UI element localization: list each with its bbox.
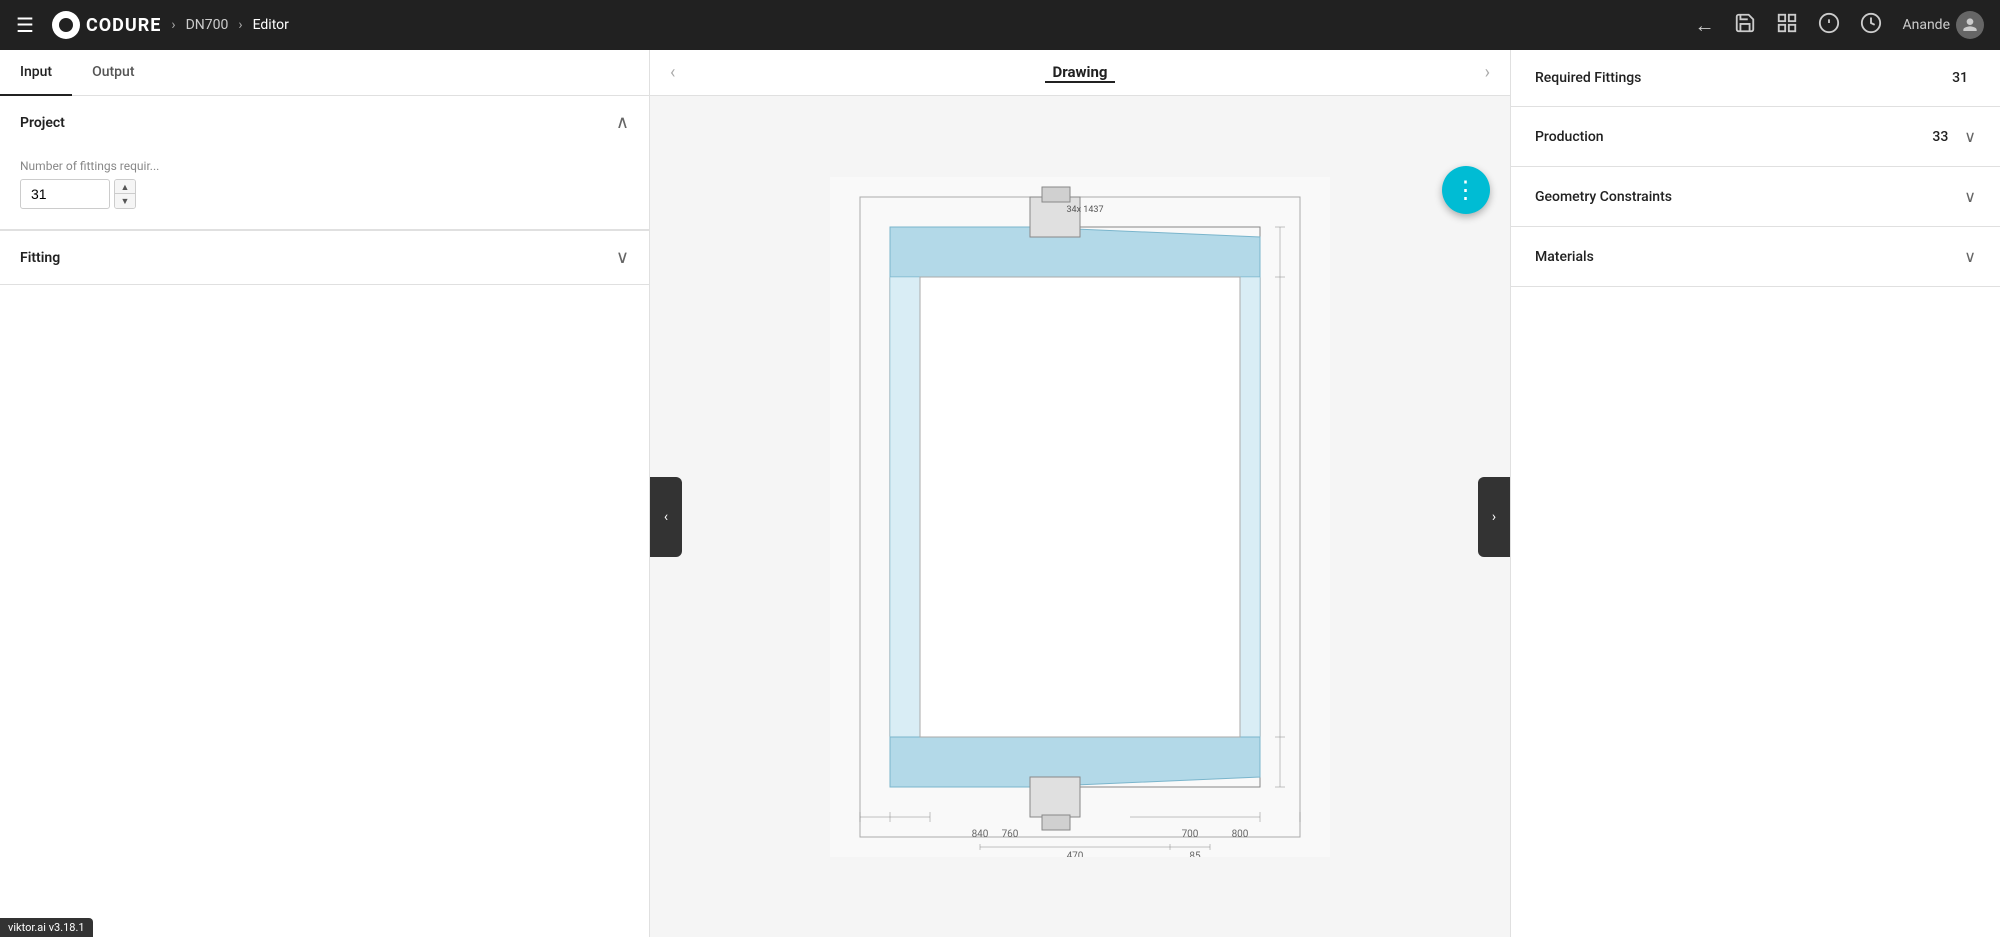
required-fittings-header[interactable]: Required Fittings 31 [1511, 50, 2000, 106]
drawing-title-underline [1045, 81, 1115, 83]
stepper-up-button[interactable]: ▲ [115, 180, 135, 194]
breadcrumb-editor[interactable]: Editor [253, 17, 289, 33]
project-section-content: Number of fittings requir... ▲ ▼ [0, 149, 649, 229]
right-panel-toggle[interactable]: › [1478, 477, 1510, 557]
project-section-title: Project [20, 115, 65, 131]
right-section-production: Production 33 ∨ [1511, 107, 2000, 167]
fitting-section-header[interactable]: Fitting ∨ [0, 231, 649, 284]
geometry-title: Geometry Constraints [1535, 189, 1672, 205]
right-section-required-fittings: Required Fittings 31 [1511, 50, 2000, 107]
logo-circle [52, 11, 80, 39]
drawing-left-arrow[interactable]: ‹ [670, 62, 675, 83]
center-area: ‹ Drawing › ⋮ ‹ › [650, 50, 1510, 937]
left-toggle-icon: ‹ [664, 509, 668, 525]
back-icon[interactable]: ← [1694, 13, 1714, 38]
svg-text:700: 700 [1182, 829, 1199, 840]
production-chevron-icon: ∨ [1964, 127, 1976, 146]
geometry-right: ∨ [1964, 187, 1976, 206]
drawing-svg: 840 760 700 800 470 85 34x 1437 [830, 177, 1330, 857]
fitting-chevron-icon: ∨ [616, 247, 629, 268]
logo: CODURE [52, 11, 161, 39]
topnav-right: ← Anande [1694, 11, 1984, 39]
production-value: 33 [1932, 129, 1948, 145]
breadcrumb-arrow-1: › [171, 17, 175, 33]
user-avatar [1956, 11, 1984, 39]
right-panel: Required Fittings 31 Production 33 ∨ Geo… [1510, 50, 2000, 937]
tab-bar: Input Output [0, 50, 649, 96]
fittings-field-label: Number of fittings requir... [20, 159, 629, 173]
materials-header[interactable]: Materials ∨ [1511, 227, 2000, 286]
version-bar: viktor.ai v3.18.1 [0, 918, 93, 937]
fitting-section-title: Fitting [20, 250, 60, 266]
project-section: Project ∧ Number of fittings requir... ▲… [0, 96, 649, 230]
info-icon[interactable] [1818, 12, 1840, 39]
fittings-input-row: ▲ ▼ [20, 179, 629, 209]
left-panel-toggle[interactable]: ‹ [650, 477, 682, 557]
fab-more-button[interactable]: ⋮ [1442, 166, 1490, 214]
right-section-geometry: Geometry Constraints ∨ [1511, 167, 2000, 227]
svg-text:800: 800 [1232, 829, 1249, 840]
svg-text:34x 1437: 34x 1437 [1066, 205, 1103, 215]
left-panel: Input Output Project ∧ Number of fitting… [0, 50, 650, 937]
drawing-canvas: ⋮ ‹ › [650, 96, 1510, 937]
fitting-section: Fitting ∨ [0, 231, 649, 285]
hamburger-menu-icon[interactable]: ☰ [16, 13, 34, 37]
right-toggle-icon: › [1492, 509, 1496, 525]
materials-chevron-icon: ∨ [1964, 247, 1976, 266]
svg-text:470: 470 [1067, 851, 1084, 857]
breadcrumb-dn700[interactable]: DN700 [186, 17, 229, 33]
logo-inner [59, 18, 73, 32]
grid-icon[interactable] [1776, 12, 1798, 39]
main-layout: Input Output Project ∧ Number of fitting… [0, 50, 2000, 937]
svg-text:840: 840 [972, 829, 989, 840]
right-section-materials: Materials ∨ [1511, 227, 2000, 287]
tab-input[interactable]: Input [0, 50, 72, 96]
project-chevron-up-icon: ∧ [616, 112, 629, 133]
project-section-header[interactable]: Project ∧ [0, 96, 649, 149]
save-icon[interactable] [1734, 12, 1756, 39]
geometry-chevron-icon: ∨ [1964, 187, 1976, 206]
tab-output[interactable]: Output [72, 50, 154, 96]
required-fittings-right: 31 [1952, 70, 1976, 86]
user-section[interactable]: Anande [1902, 11, 1984, 39]
production-header[interactable]: Production 33 ∨ [1511, 107, 2000, 166]
fab-more-icon: ⋮ [1454, 176, 1479, 204]
fittings-stepper: ▲ ▼ [114, 179, 136, 209]
version-text: viktor.ai v3.18.1 [8, 921, 85, 934]
materials-title: Materials [1535, 249, 1594, 265]
production-title: Production [1535, 129, 1604, 145]
breadcrumb-arrow-2: › [238, 17, 242, 33]
stepper-down-button[interactable]: ▼ [115, 194, 135, 208]
top-navigation: ☰ CODURE › DN700 › Editor ← Anande [0, 0, 2000, 50]
drawing-title-block: Drawing [1045, 62, 1115, 83]
production-right: 33 ∨ [1932, 127, 1976, 146]
user-name: Anande [1902, 17, 1950, 33]
materials-right: ∨ [1964, 247, 1976, 266]
svg-text:760: 760 [1002, 829, 1019, 840]
fittings-number-input[interactable] [20, 179, 110, 209]
drawing-title: Drawing [1053, 63, 1108, 81]
drawing-header: ‹ Drawing › [650, 50, 1510, 96]
history-icon[interactable] [1860, 12, 1882, 39]
geometry-header[interactable]: Geometry Constraints ∨ [1511, 167, 2000, 226]
svg-text:85: 85 [1189, 851, 1201, 857]
topnav-left: ☰ CODURE › DN700 › Editor [16, 11, 1694, 39]
logo-text: CODURE [86, 15, 161, 36]
required-fittings-title: Required Fittings [1535, 70, 1641, 86]
required-fittings-value: 31 [1952, 70, 1968, 86]
drawing-right-arrow[interactable]: › [1485, 62, 1490, 83]
